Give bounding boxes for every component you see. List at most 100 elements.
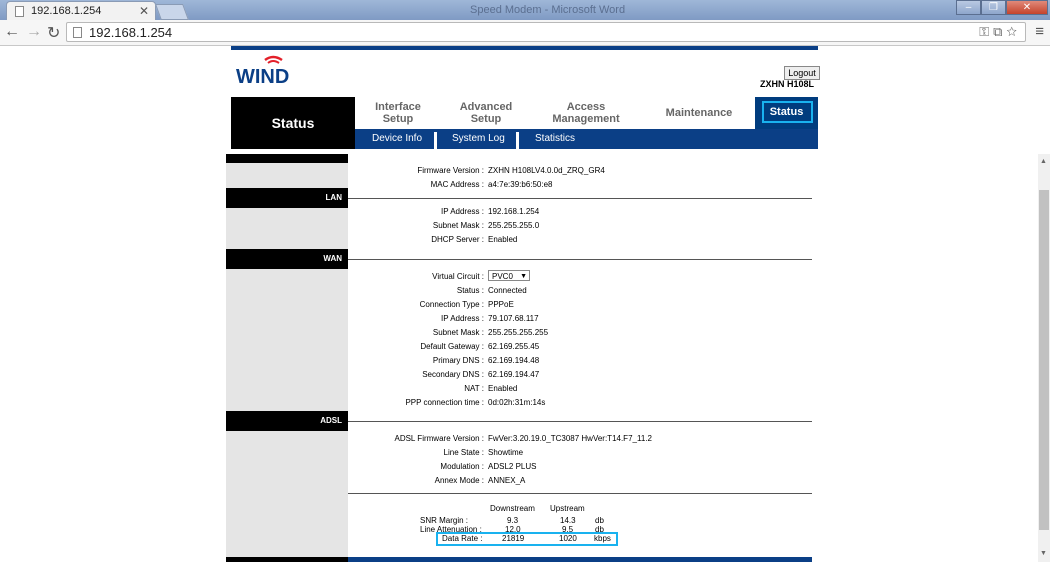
annex-label: Annex Mode : [434,476,484,485]
adsl-section-header: ADSL [226,411,348,431]
adsl-fw-row: ADSL Firmware Version : FwVer:3.20.19.0_T… [348,432,812,446]
nav-label: Interface Setup [375,101,421,125]
nav-label: Maintenance [665,107,733,119]
adsl-fw-label: ADSL Firmware Version : [394,434,484,443]
lan-ip-value: 192.168.1.254 [488,207,540,216]
wind-logo: WIND [236,55,289,86]
primary-dns-row: Primary DNS : 62.169.194.48 [348,354,812,368]
subnav-device-info[interactable]: Device Info [372,129,422,149]
address-bar[interactable]: 192.168.1.254 ⚿⧉☆ [66,22,1026,42]
subnav-separator [434,132,437,149]
page-icon [15,6,24,17]
nat-value: Enabled [488,384,518,393]
dhcp-row: DHCP Server : Enabled [348,233,812,247]
browser-toolbar: ← → ↻ 192.168.1.254 ⚿⧉☆ ≡ [0,20,1050,46]
subnav-separator [516,132,519,149]
secondary-dns-row: Secondary DNS : 62.169.194.47 [348,368,812,382]
gateway-row: Default Gateway : 62.169.255.45 [348,340,812,354]
firmware-row: Firmware Version : ZXHN H108LV4.0.0d_ZRQ_… [348,164,812,178]
status-highlight-frame [762,101,813,123]
lan-mask-value: 255.255.255.0 [488,221,540,230]
conn-value: PPPoE [488,300,514,309]
top-accent-bar [231,46,818,50]
col-upstream: Upstream [550,504,585,513]
sub-nav: Device Info System Log Statistics [355,129,818,149]
vertical-scrollbar[interactable]: ▲ ▼ [1038,154,1050,562]
line-state-row: Line State : Showtime [348,446,812,460]
scroll-down-icon[interactable]: ▼ [1040,550,1047,557]
wan-mask-label: Subnet Mask : [432,328,484,337]
pdns-value: 62.169.194.48 [488,356,540,365]
ppp-value: 0d:02h:31m:14s [488,398,546,407]
nav-access-management[interactable]: Access Management [537,97,635,129]
minimize-button[interactable]: – [956,0,981,15]
gateway-label: Default Gateway : [420,342,484,351]
mac-row: MAC Address : a4:7e:39:b6:50:e8 [348,178,812,192]
reload-icon[interactable]: ↻ [47,23,60,43]
tab-title: 192.168.1.254 [31,5,102,17]
divider [348,421,812,422]
main-nav: Interface Setup Advanced Setup Access Ma… [355,97,818,129]
browser-tab[interactable]: 192.168.1.254 ✕ [6,1,156,20]
maximize-button[interactable]: ❐ [981,0,1006,15]
chevron-down-icon: ▼ [520,273,527,280]
close-window-button[interactable]: ✕ [1006,0,1048,15]
nav-advanced-setup[interactable]: Advanced Setup [445,97,527,129]
modulation-label: Modulation : [440,462,484,471]
ppp-time-row: PPP connection time : 0d:02h:31m:14s [348,396,812,410]
connection-type-row: Connection Type : PPPoE [348,298,812,312]
col-downstream: Downstream [490,504,535,513]
wan-status-value: Connected [488,286,527,295]
virtual-circuit-select[interactable]: PVC0 ▼ [488,270,530,281]
left-column [226,154,348,562]
wan-ip-value: 79.107.68.117 [488,314,539,323]
page-icon [73,27,82,38]
annex-row: Annex Mode : ANNEX_A [348,474,812,488]
subnav-statistics[interactable]: Statistics [535,129,575,149]
nav-interface-setup[interactable]: Interface Setup [355,97,441,129]
vc-value: PVC0 [492,272,513,281]
vc-label: Virtual Circuit : [432,272,484,281]
divider [348,198,812,199]
divider [348,493,812,494]
mac-label: MAC Address : [430,180,484,189]
subnav-system-log[interactable]: System Log [452,129,505,149]
wan-mask-row: Subnet Mask : 255.255.255.255 [348,326,812,340]
lan-section-header: LAN [226,188,348,208]
lan-mask-label: Subnet Mask : [432,221,484,230]
window-title: Speed Modem - Microsoft Word [470,4,626,16]
forward-icon[interactable]: → [26,23,42,41]
back-icon[interactable]: ← [4,23,20,41]
adsl-fw-value: FwVer:3.20.19.0_TC3087 HwVer:T14.F7_11.2 [488,434,652,443]
svg-text:WIND: WIND [236,66,289,86]
nav-label: Advanced Setup [459,101,513,125]
wan-status-label: Status : [456,286,484,295]
scroll-up-icon[interactable]: ▲ [1040,158,1047,165]
snr-up: 14.3 [560,516,576,525]
gateway-value: 62.169.255.45 [488,342,540,351]
dhcp-label: DHCP Server : [431,235,484,244]
nav-maintenance[interactable]: Maintenance [651,97,747,129]
ppp-label: PPP connection time : [405,398,484,407]
wan-mask-value: 255.255.255.255 [488,328,549,337]
wan-status-row: Status : Connected [348,284,812,298]
wan-ip-row: IP Address : 79.107.68.117 [348,312,812,326]
snr-label: SNR Margin : [420,516,469,525]
sdns-label: Secondary DNS : [422,370,484,379]
scroll-thumb[interactable] [1039,190,1049,530]
tab-strip: 192.168.1.254 ✕ Speed Modem - Microsoft … [0,0,1050,20]
menu-icon[interactable]: ≡ [1035,23,1044,40]
pdns-label: Primary DNS : [432,356,484,365]
url-text: 192.168.1.254 [89,25,173,40]
line-state-label: Line State : [443,448,484,457]
lan-ip-row: IP Address : 192.168.1.254 [348,205,812,219]
model-name: ZXHN H108L [760,79,815,89]
section-bar [226,154,348,163]
new-tab-button[interactable] [155,4,189,20]
annex-value: ANNEX_A [488,476,526,485]
line-state-value: Showtime [488,448,524,457]
wan-section-header: WAN [226,249,348,269]
close-tab-icon[interactable]: ✕ [139,4,149,18]
key-icon[interactable]: ⚿⧉☆ [979,24,1021,40]
logout-button[interactable]: Logout [784,66,820,80]
